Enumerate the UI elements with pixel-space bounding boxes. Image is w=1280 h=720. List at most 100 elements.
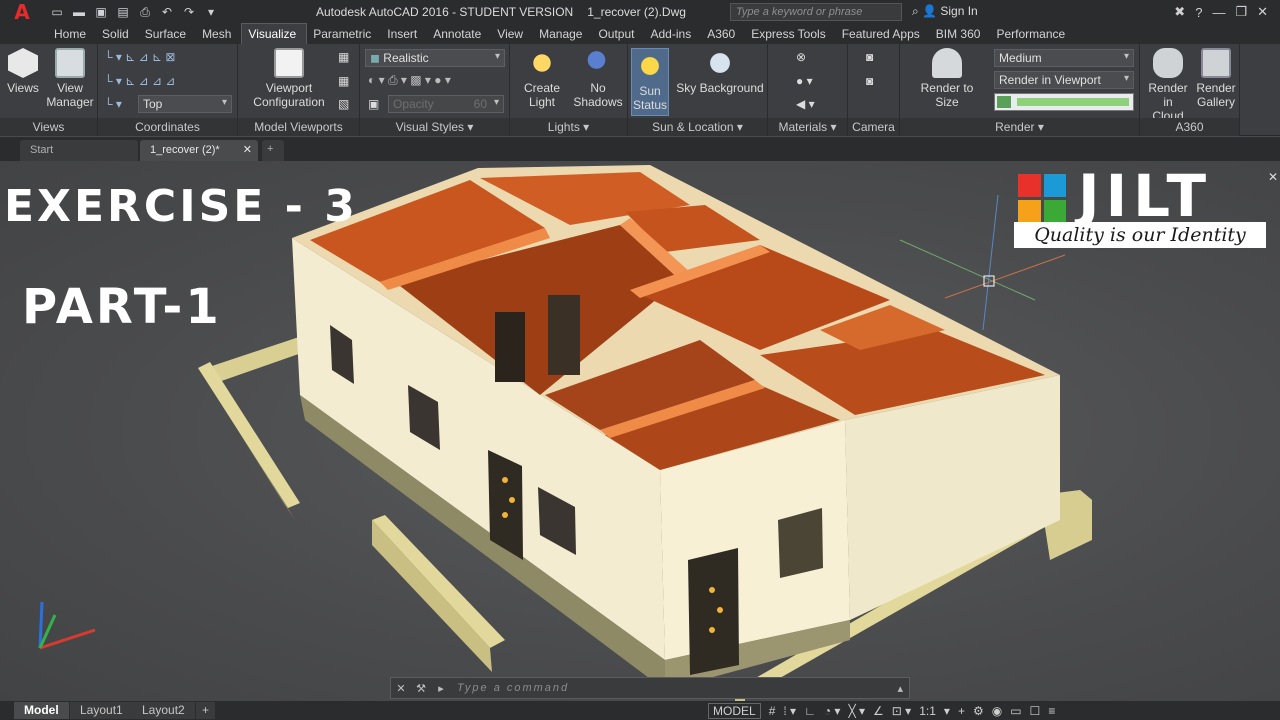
sun-status-button[interactable]: Sun Status: [631, 48, 669, 116]
tab-add-ins[interactable]: Add-ins: [645, 24, 702, 44]
ucs-icon-row3[interactable]: └ ▾: [104, 97, 122, 111]
ucs-select[interactable]: Top: [138, 95, 232, 113]
tab-model[interactable]: Model: [14, 702, 69, 719]
doc-tab-drawing[interactable]: 1_recover (2)* ✕: [140, 140, 258, 161]
create-light-button[interactable]: Create Light: [516, 48, 568, 109]
tab-a360[interactable]: A360: [701, 24, 745, 44]
create-camera-icon[interactable]: ◙: [866, 50, 873, 64]
material-sphere-icon[interactable]: ● ▾: [796, 74, 813, 88]
isolate-icon[interactable]: ◉: [992, 704, 1002, 718]
ucs-dynamic-icon[interactable]: ⊡ ▾: [892, 704, 911, 718]
polar-icon[interactable]: ◔ ▾: [824, 704, 841, 718]
open-folder-icon[interactable]: ▬: [70, 4, 88, 20]
sun-location-title-text: Sun & Location: [652, 120, 734, 134]
application-menu-button[interactable]: A: [0, 0, 44, 24]
viewport-close-icon[interactable]: ✕: [1268, 170, 1278, 184]
tab-performance[interactable]: Performance: [990, 24, 1075, 44]
camera-settings-icon[interactable]: ◙: [866, 74, 873, 88]
command-settings-icon[interactable]: ⚒: [411, 682, 431, 695]
customize-icon[interactable]: ≡: [1048, 704, 1055, 718]
panel-a360: Render in Cloud Render Gallery A360: [1140, 44, 1240, 136]
ortho-icon[interactable]: ∟: [804, 704, 816, 718]
ucs-icons-row2[interactable]: └ ▾ ⊾ ⊿ ⊿ ⊿: [104, 74, 175, 88]
tab-layout1[interactable]: Layout1: [70, 702, 133, 719]
sky-background-button[interactable]: Sky Background: [674, 48, 766, 95]
quick-access-toolbar: ▭ ▬ ▣ ▤ ⎙ ↶ ↷ ▾: [44, 4, 244, 20]
tab-layout2[interactable]: Layout2: [132, 702, 195, 719]
views-label: Views: [7, 81, 39, 95]
save-as-icon[interactable]: ▤: [114, 4, 132, 20]
undo-icon[interactable]: ↶: [158, 4, 176, 20]
osnap-icon[interactable]: ╳ ▾: [848, 704, 865, 718]
new-tab-icon[interactable]: +: [262, 140, 284, 161]
tab-parametric[interactable]: Parametric: [307, 24, 381, 44]
tab-output[interactable]: Output: [592, 24, 644, 44]
fullscreen-icon[interactable]: ☐: [1030, 704, 1041, 718]
viewport-configuration-button[interactable]: Viewport Configuration: [244, 48, 334, 109]
viewport-label-1: Viewport: [265, 81, 313, 95]
render-quality-select[interactable]: Medium: [994, 49, 1134, 67]
render-in-select[interactable]: Render in Viewport: [994, 71, 1134, 89]
ucs-icons-row1[interactable]: └ ▾ ⊾ ⊿ ⊾ ⊠: [104, 50, 175, 64]
close-tab-icon[interactable]: ✕: [243, 143, 252, 156]
doc-tab-start[interactable]: Start: [20, 140, 138, 161]
no-shadows-button[interactable]: No Shadows: [572, 48, 624, 109]
command-history-icon[interactable]: ▴: [897, 682, 903, 695]
tab-manage[interactable]: Manage: [533, 24, 592, 44]
minimize-icon[interactable]: —: [1212, 5, 1225, 20]
join-viewports-icon[interactable]: ▦: [338, 74, 349, 88]
visual-style-tools[interactable]: ◐ ▾ ⎙ ▾ ▩ ▾ ● ▾: [368, 73, 451, 88]
tab-solid[interactable]: Solid: [96, 24, 139, 44]
opacity-slider[interactable]: Opacity 60: [388, 95, 504, 113]
named-viewports-icon[interactable]: ▦: [338, 50, 349, 64]
materials-browser-icon[interactable]: ⊗: [796, 50, 806, 64]
cloud-label-1: Render in: [1148, 81, 1188, 109]
light-bulb-icon: [527, 48, 557, 78]
tab-bim-360[interactable]: BIM 360: [930, 24, 991, 44]
command-close-icon[interactable]: ✕: [391, 682, 411, 695]
annotation-visibility-icon[interactable]: ▾: [944, 704, 950, 718]
redo-icon[interactable]: ↷: [180, 4, 198, 20]
gallery-label-2: Gallery: [1196, 95, 1235, 109]
grid-icon[interactable]: #: [769, 704, 776, 718]
material-mapping-icon[interactable]: ◀ ▾: [796, 97, 815, 111]
tab-mesh[interactable]: Mesh: [196, 24, 241, 44]
help-icon[interactable]: ?: [1195, 5, 1202, 20]
command-input[interactable]: Type a command: [457, 682, 569, 694]
tab-express-tools[interactable]: Express Tools: [745, 24, 835, 44]
restore-viewports-icon[interactable]: ▧: [338, 97, 349, 111]
save-icon[interactable]: ▣: [92, 4, 110, 20]
new-file-icon[interactable]: ▭: [48, 4, 66, 20]
print-icon[interactable]: ⎙: [136, 4, 154, 20]
tab-insert[interactable]: Insert: [381, 24, 427, 44]
close-icon[interactable]: ✕: [1257, 4, 1268, 20]
add-layout-icon[interactable]: +: [196, 702, 216, 719]
xray-icon[interactable]: ▣: [368, 97, 379, 111]
hardware-accel-icon[interactable]: ▭: [1010, 704, 1021, 718]
tab-annotate[interactable]: Annotate: [427, 24, 491, 44]
sign-in-button[interactable]: ⌕ 👤 Sign In: [912, 4, 978, 19]
tab-home[interactable]: Home: [48, 24, 96, 44]
tab-view[interactable]: View: [491, 24, 533, 44]
restore-icon[interactable]: ❐: [1235, 4, 1247, 20]
snap-icon[interactable]: ⁞ ▾: [783, 704, 796, 718]
help-search-input[interactable]: Type a keyword or phrase: [730, 3, 902, 21]
tab-surface[interactable]: Surface: [139, 24, 196, 44]
render-gallery-button[interactable]: Render Gallery: [1194, 48, 1238, 109]
exchange-apps-icon[interactable]: ✖: [1174, 4, 1185, 20]
render-in-cloud-button[interactable]: Render in Cloud: [1142, 48, 1194, 123]
view-manager-button[interactable]: View Manager: [44, 48, 96, 109]
workspace-icon[interactable]: ⚙: [973, 704, 984, 718]
views-button[interactable]: Views: [6, 48, 40, 95]
model-space-button[interactable]: MODEL: [708, 703, 761, 719]
command-line[interactable]: ✕ ⚒ ▸ Type a command ▴: [390, 677, 910, 699]
render-to-size-button[interactable]: Render to Size: [908, 48, 986, 109]
otrack-icon[interactable]: ∠: [873, 704, 884, 718]
tab-visualize[interactable]: Visualize: [241, 23, 308, 44]
customize-dropdown-icon[interactable]: ▾: [202, 4, 220, 20]
annotation-scale[interactable]: 1:1: [919, 704, 936, 718]
add-scale-icon[interactable]: +: [958, 704, 965, 718]
panel-title-views: Views: [0, 118, 97, 136]
visual-style-select[interactable]: ◼ Realistic: [365, 49, 505, 67]
tab-featured-apps[interactable]: Featured Apps: [836, 24, 930, 44]
